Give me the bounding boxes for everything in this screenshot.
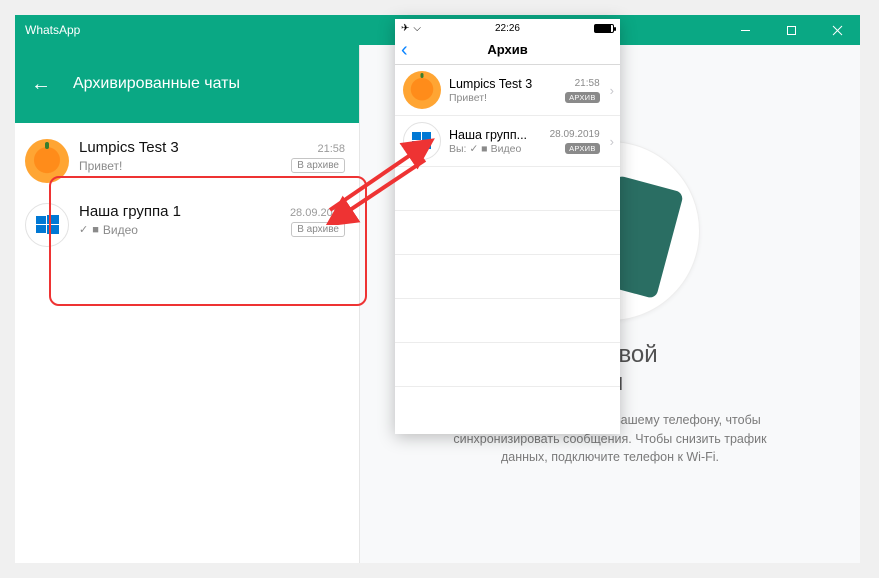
avatar-windows-icon	[25, 203, 69, 247]
chat-name: Lumpics Test 3	[79, 139, 179, 156]
chat-preview: ✓ ■ Видео	[79, 223, 138, 237]
battery-icon	[594, 24, 614, 33]
archived-header: ← Архивированные чаты	[15, 45, 359, 123]
ios-archive-badge: АРХИВ	[565, 143, 600, 154]
iphone-overlay: ✈ ⌵ 22:26 ‹ Архив Lumpics Test 3 Привет! …	[395, 19, 620, 434]
delivered-tick-icon: ✓	[469, 143, 478, 155]
chat-item[interactable]: Наша группа 1 28.09.2019 ✓ ■ Видео В арх…	[15, 193, 359, 257]
ios-nav-bar: ‹ Архив	[395, 35, 620, 65]
ios-empty-row	[395, 299, 620, 343]
back-arrow-icon[interactable]: ←	[31, 73, 51, 96]
chat-preview: Привет!	[79, 159, 122, 173]
ios-status-bar: ✈ ⌵ 22:26	[395, 19, 620, 35]
window-close-button[interactable]	[814, 15, 860, 45]
ios-chat-name: Lumpics Test 3	[449, 77, 549, 91]
ios-chat-time: 21:58	[575, 78, 600, 89]
chevron-right-icon: ›	[610, 134, 614, 149]
ios-empty-row	[395, 255, 620, 299]
ios-empty-row	[395, 167, 620, 211]
ios-chat-preview: Привет!	[449, 92, 557, 104]
ios-chat-preview: Вы: ✓ ■ Видео	[449, 143, 542, 155]
chevron-right-icon: ›	[610, 83, 614, 98]
archived-title: Архивированные чаты	[73, 75, 240, 93]
left-panel: ← Архивированные чаты Lumpics Test 3 21:…	[15, 45, 360, 563]
archive-badge: В архиве	[291, 222, 345, 237]
avatar-windows-icon	[403, 122, 441, 160]
ios-chat-row[interactable]: Наша групп... Вы: ✓ ■ Видео 28.09.2019 А…	[395, 116, 620, 167]
window-maximize-button[interactable]	[768, 15, 814, 45]
chat-item[interactable]: Lumpics Test 3 21:58 Привет! В архиве	[15, 129, 359, 193]
chat-list: Lumpics Test 3 21:58 Привет! В архиве	[15, 123, 359, 257]
window-minimize-button[interactable]	[722, 15, 768, 45]
ios-chat-time: 28.09.2019	[550, 129, 600, 140]
video-icon: ■	[481, 143, 487, 155]
ios-archive-badge: АРХИВ	[565, 92, 600, 103]
video-icon: ■	[92, 224, 99, 236]
delivered-tick-icon: ✓	[79, 223, 88, 236]
avatar-orange-icon	[403, 71, 441, 109]
archive-badge: В архиве	[291, 158, 345, 173]
wifi-icon: ⌵	[413, 23, 421, 34]
chat-name: Наша группа 1	[79, 203, 181, 220]
ios-empty-row	[395, 211, 620, 255]
avatar-orange-icon	[25, 139, 69, 183]
chat-time: 21:58	[317, 143, 345, 155]
chat-time: 28.09.2019	[290, 207, 345, 219]
ios-clock: 22:26	[495, 23, 520, 34]
ios-empty-row	[395, 343, 620, 387]
ios-chat-row[interactable]: Lumpics Test 3 Привет! 21:58 АРХИВ ›	[395, 65, 620, 116]
ios-back-button[interactable]: ‹	[401, 40, 408, 60]
ios-nav-title: Архив	[487, 42, 527, 57]
airplane-icon: ✈	[401, 23, 409, 34]
ios-chat-name: Наша групп...	[449, 128, 542, 142]
